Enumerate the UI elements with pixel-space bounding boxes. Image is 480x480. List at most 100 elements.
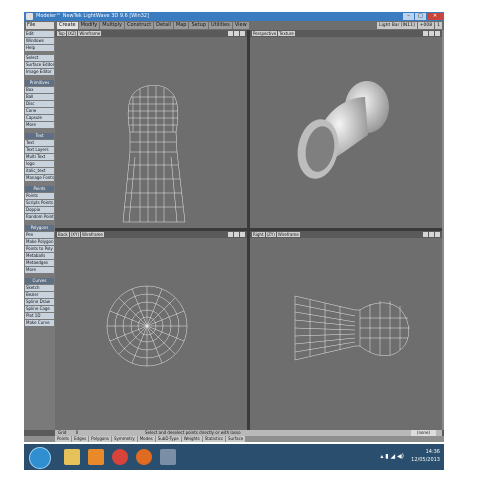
title-bar: Modeler™ NewTek LightWave 3D 9.6 [Win32]… [24,12,444,21]
sidebar-item-ball[interactable]: Ball [25,94,54,100]
move-view-icon[interactable] [228,232,233,237]
sidebar-item-scripts-points[interactable]: Scripts Points [25,200,54,206]
sidebar-item-bezier[interactable]: Bezier [25,292,54,298]
viewport-perspective[interactable]: Perspective Texture [250,30,442,228]
sidebar-item-manage-fonts[interactable]: Manage Fonts [25,175,54,181]
sidebar-item-capsule[interactable]: Capsule [25,115,54,121]
sidebar-item-more-polygons[interactable]: More [25,267,54,273]
sidebar-item-plot-1d[interactable]: Plot 1D [25,313,54,319]
sidebar-item-disc[interactable]: Disc [25,101,54,107]
sidebar-item-make-curve[interactable]: Make Curve [25,320,54,326]
clock-time: 14:36 [425,449,440,455]
explorer-icon[interactable] [64,449,80,465]
mode-surface[interactable]: Surface [226,436,246,442]
sidebar-item-text[interactable]: Text [25,140,54,146]
sidebar-item-make-polygon[interactable]: Make Polygon [25,239,54,245]
sidebar-item-sketch[interactable]: Sketch [25,285,54,291]
tab-bar: Create Modify Multiply Construct Detail … [57,22,249,29]
mode-polygons[interactable]: Polygons [89,436,111,442]
sidebar-item-italic-text[interactable]: italic_text [25,168,54,174]
app-icon [26,13,33,20]
viewport-axis-dropdown[interactable]: Perspective [252,31,278,36]
tab-view[interactable]: View [232,22,249,29]
sidebar-item-random-points[interactable]: Random Points [25,214,54,220]
tab-detail[interactable]: Detail [154,22,173,29]
maximize-view-icon[interactable] [435,232,440,237]
sidebar-item-metaedges[interactable]: Metaedges [25,260,54,266]
clock[interactable]: 14:36 12/05/2013 [411,448,440,464]
sidebar-item-cone[interactable]: Cone [25,108,54,114]
move-view-icon[interactable] [423,232,428,237]
zoom-view-icon[interactable] [234,232,239,237]
sidebar-item-logo[interactable]: logo [25,161,54,167]
status-bar: Grid 0 Select and deselect points direct… [24,430,444,442]
mode-points[interactable]: Points [55,436,72,442]
firefox-icon[interactable] [136,449,152,465]
sidebar-item-text-layers[interactable]: Text Layers [25,147,54,153]
sidebar-item-metaballs[interactable]: Metaballs [25,253,54,259]
zoom-view-icon[interactable] [429,232,434,237]
lightwave-icon[interactable] [160,449,176,465]
sidebar-item-spline-draw[interactable]: Spline Draw [25,299,54,305]
viewport-top[interactable]: Top (XZ) Wireframe [55,30,247,228]
viewport-view-label: (ZY) [265,232,276,237]
zoom-view-icon[interactable] [429,31,434,36]
tab-construct[interactable]: Construct [124,22,154,29]
zoom-view-icon[interactable] [234,31,239,36]
start-button[interactable] [29,447,51,469]
tab-setup[interactable]: Setup [189,22,209,29]
tab-create[interactable]: Create [57,22,78,29]
tab-map[interactable]: Map [173,22,189,29]
viewport-right[interactable]: Right (ZY) Wireframe [250,231,442,430]
media-icon[interactable] [88,449,104,465]
sidebar-item-surface-editor[interactable]: Surface Editor [25,62,54,68]
mode-edges[interactable]: Edges [72,436,89,442]
maximize-button[interactable]: □ [415,13,426,20]
sidebar-item-select[interactable]: Select [25,55,54,61]
sidebar-item-points[interactable]: Points [25,193,54,199]
viewport-mode-dropdown[interactable]: Wireframe [78,31,102,36]
system-tray-icons[interactable]: ▴ ▮ ◢ ◀) [380,453,404,460]
mode-modes[interactable]: Modes [137,436,155,442]
maximize-view-icon[interactable] [435,31,440,36]
sidebar-item-points-to-poly[interactable]: Points to Poly [25,246,54,252]
viewport-axis-dropdown[interactable]: Top [57,31,66,36]
mode-subd-type[interactable]: SubD-Type [155,436,181,442]
sidebar-item-windows[interactable]: Windows [25,38,54,44]
maximize-view-icon[interactable] [240,232,245,237]
sidebar-item-spline-cage[interactable]: Spline Cage [25,306,54,312]
viewport-mode-dropdown[interactable]: Texture [278,31,295,36]
move-view-icon[interactable] [228,31,233,36]
mode-weights[interactable]: Weights [181,436,202,442]
file-menu[interactable]: File [26,22,54,29]
mode-symmetry[interactable]: Symmetry [111,436,137,442]
mode-statistics[interactable]: Statistics [202,436,226,442]
viewport-mode-dropdown[interactable]: Wireframe [276,232,300,237]
sidebar-item-pen[interactable]: Pen [25,232,54,238]
layer-number[interactable]: 1 [435,22,442,29]
menu-bar: File Create Modify Multiply Construct De… [24,21,444,30]
viewport-axis-dropdown[interactable]: Right [252,232,265,237]
minimize-button[interactable]: – [403,13,414,20]
move-view-icon[interactable] [423,31,428,36]
viewport-view-label: (XZ) [66,31,78,36]
sidebar-item-doppio[interactable]: Doppio [25,207,54,213]
tab-utilities[interactable]: Utilities [209,22,232,29]
sidebar-item-box[interactable]: Box [25,87,54,93]
maximize-view-icon[interactable] [240,31,245,36]
sidebar-item-edit[interactable]: Edit [25,31,54,37]
viewport-mode-dropdown[interactable]: Wireframe [81,232,104,237]
grid-value: 0 [75,430,79,435]
sidebar-item-help[interactable]: Help [25,45,54,51]
tab-multiply[interactable]: Multiply [100,22,124,29]
layer-dropdown[interactable]: +008 [417,22,435,29]
viewport-back[interactable]: Back (XY) Wireframe [55,231,247,430]
sidebar-item-more-primitives[interactable]: More [25,122,54,128]
close-button[interactable]: ✕ [427,13,443,20]
tab-modify[interactable]: Modify [78,22,100,29]
light-bar-dropdown[interactable]: Light Bar [IN11] [377,22,417,29]
sidebar-item-image-editor[interactable]: Image Editor [25,69,54,75]
sidebar-item-multi-text[interactable]: Multi Text [25,154,54,160]
viewport-axis-dropdown[interactable]: Back [57,232,69,237]
chrome-icon[interactable] [112,449,128,465]
